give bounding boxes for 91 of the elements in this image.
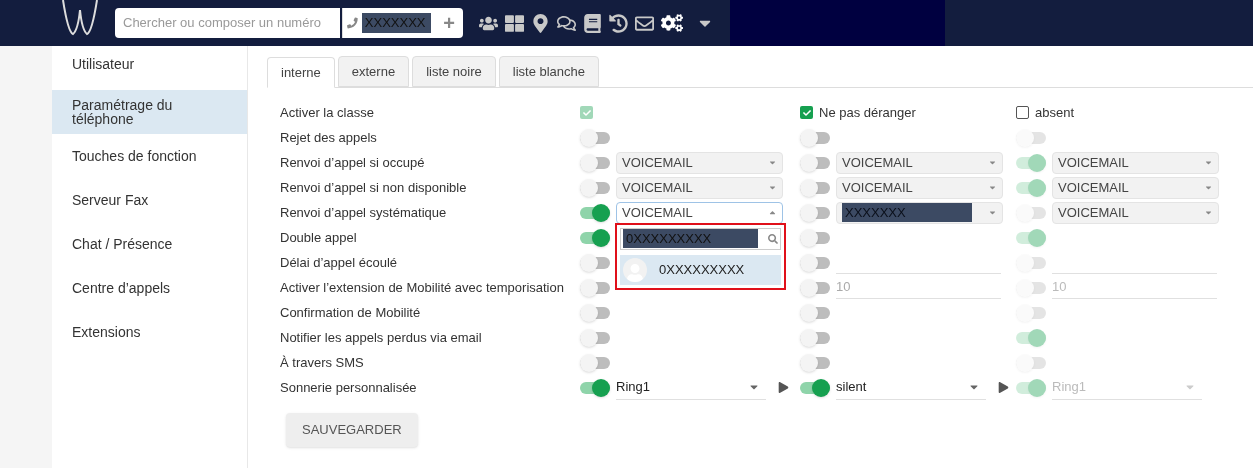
setting-label: Notifier les appels perdus via email: [279, 328, 483, 347]
tab[interactable]: liste blanche: [498, 56, 600, 87]
chat-icon[interactable]: [557, 13, 576, 33]
toggle-switch[interactable]: [580, 203, 610, 222]
toggle-switch[interactable]: [800, 253, 830, 272]
toggle-switch[interactable]: [580, 278, 610, 297]
select-field[interactable]: VOICEMAIL: [616, 176, 783, 199]
setting-label: Renvoi d’appel systématique: [279, 203, 448, 222]
toggle-switch[interactable]: [800, 328, 830, 347]
sidebar-item[interactable]: Chat / Présence: [52, 222, 247, 266]
book-icon[interactable]: [583, 13, 602, 33]
check-icon: [802, 108, 811, 117]
search-icon: [768, 233, 778, 244]
select-value: VOICEMAIL: [622, 203, 693, 222]
caret-icon: [988, 158, 997, 167]
toggle-switch[interactable]: [800, 228, 830, 247]
toggle-switch[interactable]: [580, 378, 610, 397]
ringtone-select[interactable]: Ring1: [616, 375, 766, 400]
save-button[interactable]: SAUVEGARDER: [286, 413, 418, 447]
caret-icon: [768, 158, 777, 167]
select-field[interactable]: VOICEMAIL: [836, 151, 1003, 174]
setting-label: Double appel: [279, 228, 358, 247]
toggle-switch[interactable]: [800, 378, 830, 397]
setting-label: Sonnerie personnalisée: [279, 378, 418, 397]
search-field[interactable]: Chercher ou composer un numéro: [115, 8, 340, 38]
tab[interactable]: liste noire: [412, 56, 496, 87]
map-pin-icon[interactable]: [531, 13, 550, 33]
sidebar-item[interactable]: Extensions: [52, 310, 247, 354]
caret-icon: [988, 183, 997, 192]
toggle-switch[interactable]: [800, 153, 830, 172]
dropdown-option[interactable]: 0XXXXXXXXX: [620, 254, 781, 285]
toggle-switch[interactable]: [580, 128, 610, 147]
toggle-switch[interactable]: [580, 328, 610, 347]
setting-label: Confirmation de Mobilité: [279, 303, 422, 322]
play-icon[interactable]: [778, 382, 789, 393]
tab[interactable]: externe: [337, 56, 410, 87]
setting-label: À travers SMS: [279, 353, 365, 372]
checkbox-label: absent: [1035, 103, 1075, 122]
settings-icon[interactable]: [661, 12, 683, 34]
checkbox[interactable]: [1016, 106, 1029, 119]
toggle-switch[interactable]: [580, 153, 610, 172]
check-icon: [582, 108, 591, 117]
sidebar-item[interactable]: Serveur Fax: [52, 178, 247, 222]
setting-label: Renvoi d’appel si occupé: [279, 153, 426, 172]
toggle-switch[interactable]: [800, 303, 830, 322]
select-value: VOICEMAIL: [842, 178, 913, 197]
toggle-switch[interactable]: [580, 253, 610, 272]
caret-icon: [988, 208, 997, 217]
add-button[interactable]: +: [435, 8, 463, 38]
setting-label: Renvoi d’appel si non disponible: [279, 178, 468, 197]
checkbox[interactable]: [800, 106, 813, 119]
select-field[interactable]: VOICEMAIL: [836, 176, 1003, 199]
toggle-switch[interactable]: [800, 203, 830, 222]
select-value: VOICEMAIL: [1058, 178, 1129, 197]
grid-icon[interactable]: [505, 13, 524, 33]
ringtone-select[interactable]: silent: [836, 375, 986, 400]
caret-icon: [768, 208, 777, 217]
caret-icon: [1204, 183, 1213, 192]
toggle-switch[interactable]: [800, 353, 830, 372]
sidebar-item[interactable]: Utilisateur: [52, 57, 247, 90]
toggle-switch[interactable]: [800, 128, 830, 147]
toggle-switch[interactable]: [580, 178, 610, 197]
setting-label: Activer la classe: [279, 103, 375, 122]
select-field[interactable]: VOICEMAIL: [616, 151, 783, 174]
setting-label: Délai d’appel écoulé: [279, 253, 399, 272]
toggle-switch[interactable]: [580, 228, 610, 247]
select-value: VOICEMAIL: [622, 153, 693, 172]
mail-icon[interactable]: [635, 13, 654, 33]
caret-icon: [1204, 158, 1213, 167]
setting-label: Rejet des appels: [279, 128, 378, 147]
toggle-switch[interactable]: [800, 178, 830, 197]
phone-icon: [347, 17, 358, 29]
sidebar-item[interactable]: Touches de fonction: [52, 134, 247, 178]
play-icon[interactable]: [998, 382, 1009, 393]
select-value: XXXXXXX: [842, 202, 972, 223]
checkbox-label: Ne pas déranger: [819, 103, 916, 122]
avatar-icon: [623, 257, 647, 282]
sidebar-item[interactable]: Paramétrage du téléphone: [52, 90, 247, 134]
caret-icon: [1204, 208, 1213, 217]
toggle-switch[interactable]: [580, 353, 610, 372]
tab[interactable]: interne: [267, 57, 335, 88]
select-value: VOICEMAIL: [842, 153, 913, 172]
history-icon[interactable]: [609, 13, 628, 33]
caret-icon: [768, 183, 777, 192]
select-value: VOICEMAIL: [1058, 203, 1129, 222]
select-value: VOICEMAIL: [1058, 153, 1129, 172]
setting-label: Activer l’extension de Mobilité avec temporisation: [279, 278, 565, 297]
sidebar-item[interactable]: Centre d’appels: [52, 266, 247, 310]
toggle-switch[interactable]: [800, 278, 830, 297]
select-value: VOICEMAIL: [622, 178, 693, 197]
toggle-switch[interactable]: [580, 303, 610, 322]
